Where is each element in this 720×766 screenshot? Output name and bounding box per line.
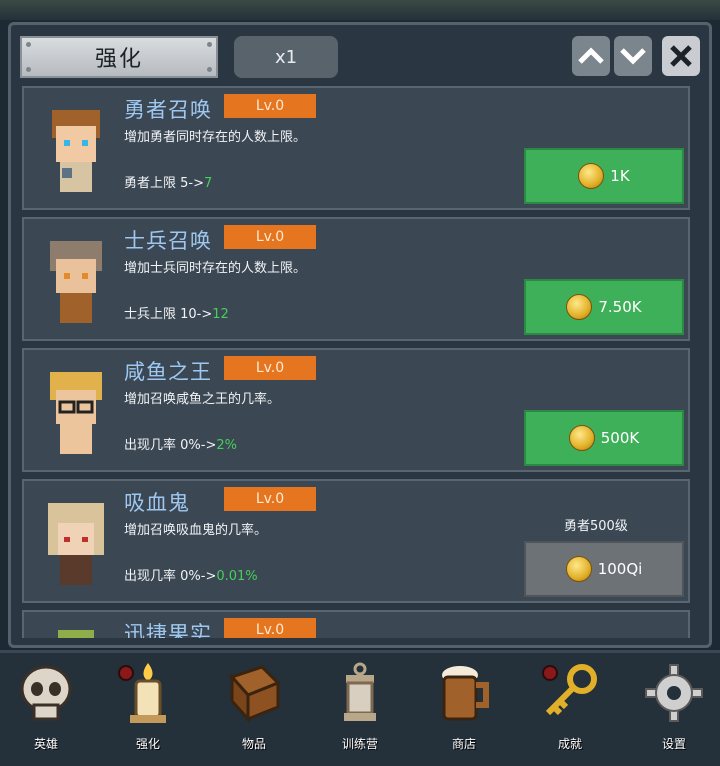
upgrade-name: 咸鱼之王 [124, 360, 212, 384]
buy-button[interactable]: 7.50K [524, 279, 684, 335]
notification-dot [118, 665, 134, 681]
cost-label: 500K [600, 429, 640, 447]
upgrade-name: 勇者召唤 [124, 98, 212, 122]
stat-new-value: 7 [204, 176, 213, 191]
scroll-down-button[interactable] [614, 36, 652, 76]
level-badge: Lv.0 [224, 225, 316, 249]
nav-label: 成就 [557, 737, 582, 751]
multiplier-label: x1 [274, 46, 298, 68]
coin-icon [566, 294, 593, 320]
cost-label: 7.50K [598, 298, 642, 316]
level-badge: Lv.0 [224, 618, 316, 638]
notification-dot [542, 665, 558, 681]
nav-items[interactable]: 物品 [210, 661, 298, 761]
unlock-requirement: 勇者500级 [564, 519, 628, 534]
nav-settings[interactable]: 设置 [630, 661, 718, 761]
upgrade-row-hero-summon: 勇者召唤 Lv.0 增加勇者同时存在的人数上限。 勇者上限 5->7 1K [22, 86, 690, 210]
stat-new-value: 0.01% [216, 569, 258, 584]
vampire-avatar-icon [48, 503, 104, 585]
upgrade-stat: 出现几率 0%->0.01% [124, 569, 258, 584]
nav-label: 训练营 [341, 737, 378, 751]
soldier-avatar-icon [50, 241, 102, 323]
rivet [207, 42, 212, 47]
upgrade-stat: 出现几率 0%->2% [124, 438, 237, 453]
upgrade-description: 增加士兵同时存在的人数上限。 [124, 261, 307, 276]
stat-new-value: 12 [212, 307, 229, 322]
scroll-up-button[interactable] [572, 36, 610, 76]
buy-button-locked[interactable]: 100Qi [524, 541, 684, 597]
nav-achievements[interactable]: 成就 [526, 661, 614, 761]
cost-label: 100Qi [597, 560, 643, 578]
rivet [26, 67, 31, 72]
nav-label: 强化 [135, 737, 160, 751]
upgrade-list[interactable]: 勇者召唤 Lv.0 增加勇者同时存在的人数上限。 勇者上限 5->7 1K 士兵… [22, 86, 690, 638]
level-badge: Lv.0 [224, 356, 316, 380]
salted-fish-king-avatar-icon [50, 372, 102, 454]
upgrade-row-swift-fruit: 迅捷果实 Lv.0 [22, 610, 690, 638]
close-icon [670, 45, 692, 67]
coin-icon [578, 163, 605, 189]
rivet [207, 67, 212, 72]
upgrade-name: 迅捷果实 [124, 622, 212, 638]
nav-upgrade[interactable]: 强化 [104, 661, 192, 761]
chevron-down-icon [620, 48, 646, 65]
multiplier-button[interactable]: x1 [234, 36, 338, 78]
swift-fruit-avatar-icon [58, 630, 94, 638]
rivet [26, 42, 31, 47]
upgrade-description: 增加召唤吸血鬼的几率。 [124, 523, 268, 538]
beer-mug-icon [442, 666, 489, 721]
upgrade-stat: 勇者上限 5->7 [124, 176, 213, 191]
nav-label: 物品 [241, 737, 266, 751]
upgrade-description: 增加召唤咸鱼之王的几率。 [124, 392, 281, 407]
bottom-navigation: 英雄 强化 物品 训练营 商店 成就 设置 [0, 650, 720, 766]
upgrade-name: 吸血鬼 [124, 491, 190, 515]
nav-training-camp[interactable]: 训练营 [316, 661, 404, 761]
title-tab: 强化 [20, 36, 218, 78]
buy-button[interactable]: 500K [524, 410, 684, 466]
upgrade-row-vampire: 吸血鬼 Lv.0 增加召唤吸血鬼的几率。 出现几率 0%->0.01% 勇者50… [22, 479, 690, 603]
nav-label: 英雄 [33, 737, 58, 751]
level-badge: Lv.0 [224, 487, 316, 511]
coin-icon [565, 556, 592, 582]
book-icon [229, 665, 281, 723]
level-badge: Lv.0 [224, 94, 316, 118]
upgrade-name: 士兵召唤 [124, 229, 212, 253]
upgrade-row-salted-fish-king: 咸鱼之王 Lv.0 增加召唤咸鱼之王的几率。 出现几率 0%->2% 500K [22, 348, 690, 472]
buy-button[interactable]: 1K [524, 148, 684, 204]
upgrade-row-soldier-summon: 士兵召唤 Lv.0 增加士兵同时存在的人数上限。 士兵上限 10->12 7.5… [22, 217, 690, 341]
upgrade-stat: 士兵上限 10->12 [124, 307, 229, 322]
stat-new-value: 2% [216, 438, 237, 453]
close-button[interactable] [662, 36, 700, 76]
cost-label: 1K [610, 167, 630, 185]
lantern-icon [344, 662, 376, 721]
nav-shop[interactable]: 商店 [420, 661, 508, 761]
background-scene [0, 0, 720, 20]
gear-icon [645, 664, 703, 722]
nav-label: 商店 [451, 737, 476, 751]
nav-label: 设置 [661, 737, 686, 751]
hero-avatar-icon [52, 110, 100, 192]
coin-icon [568, 425, 595, 451]
skull-icon [20, 665, 72, 721]
upgrade-description: 增加勇者同时存在的人数上限。 [124, 130, 307, 145]
nav-hero[interactable]: 英雄 [2, 661, 90, 761]
chevron-up-icon [578, 47, 604, 64]
page-title: 强化 [94, 47, 143, 72]
